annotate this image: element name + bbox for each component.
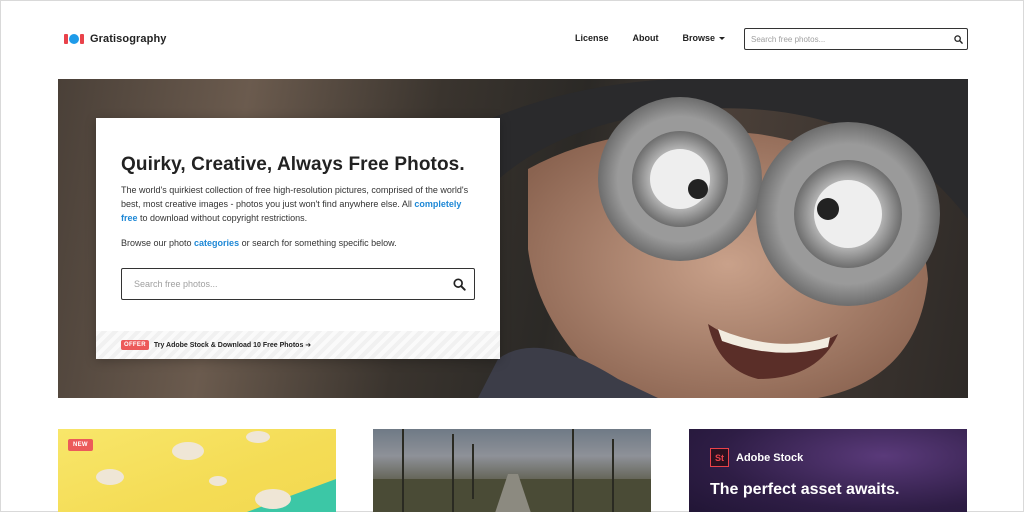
main-nav: License About Browse (575, 33, 749, 43)
header-search-box (744, 28, 968, 50)
photo-thumb-animal-crackers[interactable]: NEW (58, 429, 336, 512)
hero-browse-text: Browse our photo categories or search fo… (121, 238, 397, 248)
search-icon[interactable] (444, 269, 474, 299)
hero-title: Quirky, Creative, Always Free Photos. (121, 154, 465, 175)
logo-text: Gratisography (90, 33, 167, 45)
site-header: Gratisography License About Browse (1, 1, 1023, 77)
nav-browse-label: Browse (682, 33, 716, 43)
hero-description: The world's quirkiest collection of free… (121, 183, 476, 225)
hero-card: Quirky, Creative, Always Free Photos. Th… (96, 118, 500, 359)
adobe-stock-ad[interactable]: St Adobe Stock The perfect asset awaits. (689, 429, 967, 512)
hero-search-box (121, 268, 475, 300)
caret-down-icon (719, 36, 726, 40)
photo-thumb-forest-road[interactable] (373, 429, 651, 512)
site-logo[interactable]: Gratisography (64, 31, 167, 47)
offer-strip: OFFER Try Adobe Stock & Download 10 Free… (96, 331, 500, 359)
offer-badge: OFFER (121, 340, 149, 350)
offer-text-label: Try Adobe Stock & Download 10 Free Photo… (153, 342, 304, 349)
hero-search-input[interactable] (122, 279, 444, 289)
adobe-stock-logo-icon: St (710, 448, 729, 467)
nav-about-link[interactable]: About (633, 33, 659, 43)
adobe-stock-offer-link[interactable]: Try Adobe Stock & Download 10 Free Photo… (154, 341, 311, 349)
logo-mark-icon (64, 33, 84, 45)
browse-text-end: or search for something specific below. (239, 238, 397, 248)
nav-license-link[interactable]: License (575, 33, 609, 43)
hero-banner: Quirky, Creative, Always Free Photos. Th… (58, 79, 968, 398)
adobe-stock-tagline: The perfect asset awaits. (710, 481, 900, 498)
adobe-stock-brand: St Adobe Stock (710, 448, 803, 467)
new-badge: NEW (68, 439, 93, 451)
browse-text-start: Browse our photo (121, 238, 195, 248)
animal-crackers-photo (96, 431, 336, 512)
arrow-right-icon: ➜ (305, 342, 312, 349)
header-search-input[interactable] (745, 34, 949, 44)
hero-desc-text-end: to download without copyright restrictio… (137, 213, 308, 223)
adobe-stock-name: Adobe Stock (736, 451, 804, 464)
forest-photo (373, 429, 651, 512)
nav-browse-dropdown[interactable]: Browse (683, 33, 726, 43)
search-icon[interactable] (949, 30, 967, 48)
categories-link[interactable]: categories (194, 238, 239, 248)
